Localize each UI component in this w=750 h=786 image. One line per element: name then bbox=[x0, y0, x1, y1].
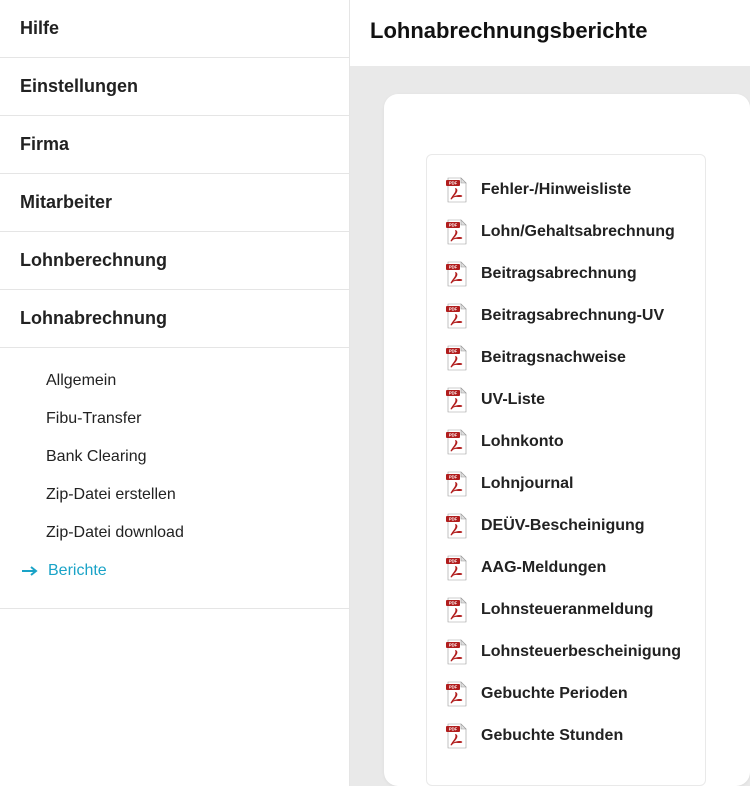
report-label: AAG-Meldungen bbox=[481, 559, 606, 577]
reports-card: PDF Fehler-/Hinweisliste PDF Lohn/Gehaltsab… bbox=[426, 154, 706, 786]
main-area: Lohnabrechnungsberichte PDF Fehler-/Hinwe… bbox=[350, 0, 750, 786]
report-label: Beitragsabrechnung-UV bbox=[481, 307, 664, 325]
report-beitragsnachweise[interactable]: PDF Beitragsnachweise bbox=[427, 337, 705, 379]
page-title: Lohnabrechnungsberichte bbox=[350, 0, 750, 66]
nav-firma[interactable]: Firma bbox=[0, 116, 349, 174]
sidebar-subitem-label: Allgemein bbox=[46, 372, 116, 390]
report-beitragsabrechnung-uv[interactable]: PDF Beitragsabrechnung-UV bbox=[427, 295, 705, 337]
report-deuev-bescheinigung[interactable]: PDF DEÜV-Bescheinigung bbox=[427, 505, 705, 547]
pdf-icon: PDF bbox=[445, 176, 469, 204]
sidebar-subitem-label: Zip-Datei erstellen bbox=[46, 486, 176, 504]
report-label: Lohnsteueranmeldung bbox=[481, 601, 653, 619]
subnav-fibu-transfer[interactable]: Fibu-Transfer bbox=[0, 400, 349, 438]
pdf-icon: PDF bbox=[445, 260, 469, 288]
svg-text:PDF: PDF bbox=[449, 223, 458, 228]
report-label: Fehler-/Hinweisliste bbox=[481, 181, 631, 199]
report-gebuchte-perioden[interactable]: PDF Gebuchte Perioden bbox=[427, 673, 705, 715]
sidebar-subitem-label: Fibu-Transfer bbox=[46, 410, 141, 428]
report-lohnkonto[interactable]: PDF Lohnkonto bbox=[427, 421, 705, 463]
subnav-zip-erstellen[interactable]: Zip-Datei erstellen bbox=[0, 476, 349, 514]
report-fehler-hinweisliste[interactable]: PDF Fehler-/Hinweisliste bbox=[427, 169, 705, 211]
svg-text:PDF: PDF bbox=[449, 643, 458, 648]
report-label: Lohnkonto bbox=[481, 433, 564, 451]
svg-text:PDF: PDF bbox=[449, 433, 458, 438]
pdf-icon: PDF bbox=[445, 428, 469, 456]
subnav-allgemein[interactable]: Allgemein bbox=[0, 362, 349, 400]
nav-einstellungen[interactable]: Einstellungen bbox=[0, 58, 349, 116]
sidebar-subitem-label: Berichte bbox=[48, 562, 107, 580]
svg-text:PDF: PDF bbox=[449, 181, 458, 186]
report-lohnsteuerbescheinigung[interactable]: PDF Lohnsteuerbescheinigung bbox=[427, 631, 705, 673]
subnav-berichte[interactable]: Berichte bbox=[0, 552, 349, 590]
pdf-icon: PDF bbox=[445, 638, 469, 666]
report-label: Lohnjournal bbox=[481, 475, 573, 493]
arrow-right-icon bbox=[22, 565, 40, 577]
pdf-icon: PDF bbox=[445, 386, 469, 414]
sidebar: HilfeEinstellungenFirmaMitarbeiterLohnbe… bbox=[0, 0, 350, 786]
svg-text:PDF: PDF bbox=[449, 517, 458, 522]
report-label: Gebuchte Stunden bbox=[481, 727, 623, 745]
svg-text:PDF: PDF bbox=[449, 559, 458, 564]
sidebar-subitem-label: Zip-Datei download bbox=[46, 524, 184, 542]
nav-lohnabrechnung[interactable]: Lohnabrechnung bbox=[0, 290, 349, 348]
report-label: Beitragsabrechnung bbox=[481, 265, 637, 283]
pdf-icon: PDF bbox=[445, 302, 469, 330]
svg-text:PDF: PDF bbox=[449, 265, 458, 270]
report-label: DEÜV-Bescheinigung bbox=[481, 517, 645, 535]
pdf-icon: PDF bbox=[445, 512, 469, 540]
svg-text:PDF: PDF bbox=[449, 391, 458, 396]
nav-hilfe[interactable]: Hilfe bbox=[0, 0, 349, 58]
subnav-zip-download[interactable]: Zip-Datei download bbox=[0, 514, 349, 552]
svg-text:PDF: PDF bbox=[449, 307, 458, 312]
report-label: Lohnsteuerbescheinigung bbox=[481, 643, 681, 661]
report-label: UV-Liste bbox=[481, 391, 545, 409]
svg-text:PDF: PDF bbox=[449, 349, 458, 354]
report-uv-liste[interactable]: PDF UV-Liste bbox=[427, 379, 705, 421]
svg-text:PDF: PDF bbox=[449, 475, 458, 480]
report-beitragsabrechnung[interactable]: PDF Beitragsabrechnung bbox=[427, 253, 705, 295]
report-label: Lohn/Gehaltsabrechnung bbox=[481, 223, 675, 241]
subnav-bank-clearing[interactable]: Bank Clearing bbox=[0, 438, 349, 476]
svg-text:PDF: PDF bbox=[449, 601, 458, 606]
report-gebuchte-stunden[interactable]: PDF Gebuchte Stunden bbox=[427, 715, 705, 757]
svg-text:PDF: PDF bbox=[449, 727, 458, 732]
nav-lohnberechnung[interactable]: Lohnberechnung bbox=[0, 232, 349, 290]
nav-mitarbeiter[interactable]: Mitarbeiter bbox=[0, 174, 349, 232]
pdf-icon: PDF bbox=[445, 596, 469, 624]
svg-text:PDF: PDF bbox=[449, 685, 458, 690]
report-label: Gebuchte Perioden bbox=[481, 685, 628, 703]
pdf-icon: PDF bbox=[445, 344, 469, 372]
report-lohnjournal[interactable]: PDF Lohnjournal bbox=[427, 463, 705, 505]
pdf-icon: PDF bbox=[445, 470, 469, 498]
report-label: Beitragsnachweise bbox=[481, 349, 626, 367]
sidebar-subitem-label: Bank Clearing bbox=[46, 448, 147, 466]
pdf-icon: PDF bbox=[445, 218, 469, 246]
pdf-icon: PDF bbox=[445, 554, 469, 582]
report-lohn-gehaltsabrechnung[interactable]: PDF Lohn/Gehaltsabrechnung bbox=[427, 211, 705, 253]
content-area: PDF Fehler-/Hinweisliste PDF Lohn/Gehaltsab… bbox=[350, 66, 750, 786]
pdf-icon: PDF bbox=[445, 680, 469, 708]
pdf-icon: PDF bbox=[445, 722, 469, 750]
report-aag-meldungen[interactable]: PDF AAG-Meldungen bbox=[427, 547, 705, 589]
report-lohnsteueranmeldung[interactable]: PDF Lohnsteueranmeldung bbox=[427, 589, 705, 631]
card-outer: PDF Fehler-/Hinweisliste PDF Lohn/Gehaltsab… bbox=[384, 94, 750, 786]
sidebar-sublist: Allgemein Fibu-Transfer Bank Clearing Zip-D… bbox=[0, 348, 349, 609]
